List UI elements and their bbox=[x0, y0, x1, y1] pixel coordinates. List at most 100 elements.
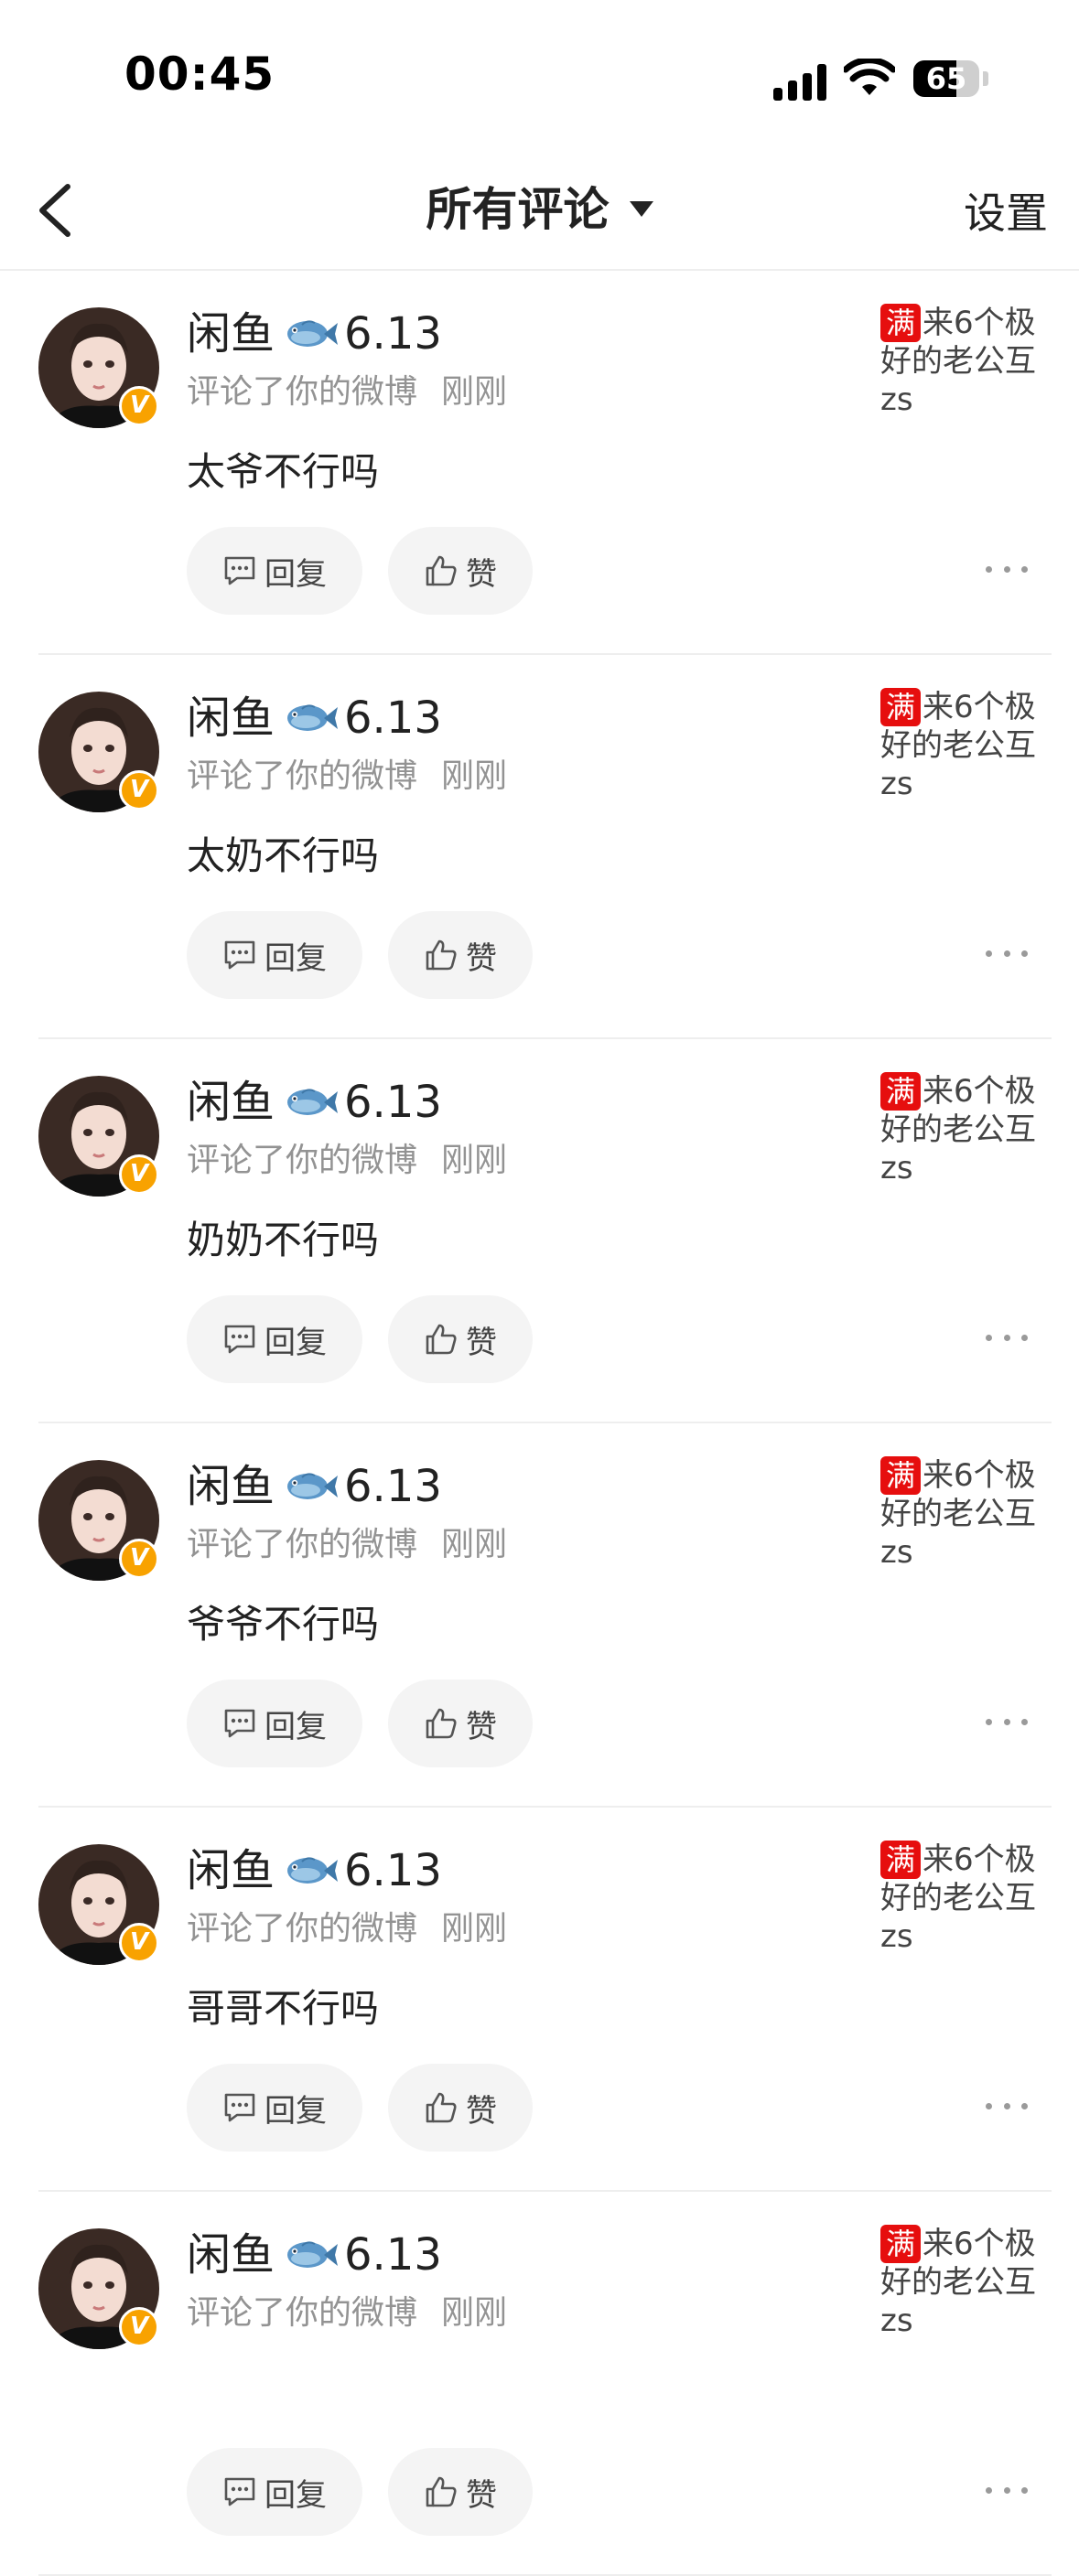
more-dots-icon[interactable] bbox=[986, 551, 1028, 587]
reply-button[interactable]: 回复 bbox=[187, 2448, 362, 2536]
comment-list: V 闲鱼 6.13 评论了你的微博 刚刚 太爷不行吗 回复 赞 满 来6个极好的… bbox=[0, 271, 1079, 2576]
source-post-preview[interactable]: 满来6个极好的老公互zs bbox=[880, 1841, 1049, 1956]
comment-item[interactable]: V 闲鱼 6.13 评论了你的微博 刚刚 奶奶不行吗 回复 赞 满 来6个极好的… bbox=[0, 1039, 1079, 1423]
comment-item[interactable]: V 闲鱼 6.13 评论了你的微博 刚刚 哥哥不行吗 回复 赞 满 来6个极好的… bbox=[0, 1808, 1079, 2192]
user-name-suffix: 6.13 bbox=[344, 1845, 442, 1896]
comment-item[interactable]: V 闲鱼 6.13 评论了你的微博 刚刚 太奶不行吗 回复 赞 满 来6个极好的… bbox=[0, 655, 1079, 1039]
comment-action: 评论了你的微博 bbox=[187, 373, 418, 411]
user-name[interactable]: 闲鱼 6.13 bbox=[187, 1456, 442, 1517]
thumbs-up-icon bbox=[426, 1708, 457, 1739]
avatar[interactable]: V bbox=[38, 692, 159, 812]
user-name-prefix: 闲鱼 bbox=[187, 1461, 275, 1512]
like-label: 赞 bbox=[466, 1708, 497, 1745]
comment-bubble-icon bbox=[224, 2477, 255, 2506]
source-post-preview[interactable]: 满来6个极好的老公互zs bbox=[880, 304, 1049, 419]
comment-action: 评论了你的微博 bbox=[187, 1142, 418, 1179]
source-post-preview[interactable]: 满来6个极好的老公互zs bbox=[880, 688, 1049, 803]
reply-button[interactable]: 回复 bbox=[187, 2064, 362, 2152]
comment-text[interactable]: 爷爷不行吗 bbox=[187, 1597, 379, 1652]
user-name-prefix: 闲鱼 bbox=[187, 308, 275, 360]
reply-label: 回复 bbox=[264, 2476, 327, 2514]
like-button[interactable]: 赞 bbox=[388, 1680, 533, 1767]
caret-down-icon bbox=[629, 201, 653, 217]
like-button[interactable]: 赞 bbox=[388, 911, 533, 999]
source-post-preview[interactable]: 满来6个极好的老公互zs bbox=[880, 1072, 1049, 1187]
user-name[interactable]: 闲鱼 6.13 bbox=[187, 304, 442, 364]
like-button[interactable]: 赞 bbox=[388, 2064, 533, 2152]
user-name[interactable]: 闲鱼 6.13 bbox=[187, 688, 442, 748]
user-name-prefix: 闲鱼 bbox=[187, 1077, 275, 1128]
verified-v-icon: V bbox=[119, 1154, 159, 1195]
like-button[interactable]: 赞 bbox=[388, 527, 533, 615]
reply-label: 回复 bbox=[264, 1708, 327, 1745]
comment-text[interactable]: 奶奶不行吗 bbox=[187, 1213, 379, 1268]
avatar[interactable]: V bbox=[38, 307, 159, 428]
comment-text[interactable]: 太爷不行吗 bbox=[187, 445, 379, 499]
avatar[interactable]: V bbox=[38, 2228, 159, 2349]
reply-button[interactable]: 回复 bbox=[187, 527, 362, 615]
user-name-suffix: 6.13 bbox=[344, 308, 442, 360]
comment-meta: 评论了你的微博 刚刚 bbox=[187, 370, 507, 415]
avatar[interactable]: V bbox=[38, 1844, 159, 1965]
reply-label: 回复 bbox=[264, 2092, 327, 2130]
like-label: 赞 bbox=[466, 2476, 497, 2514]
battery-icon: 65 bbox=[913, 60, 979, 97]
comment-item[interactable]: V 闲鱼 6.13 评论了你的微博 刚刚 太爷不行吗 回复 赞 满 来6个极好的… bbox=[0, 271, 1079, 655]
comment-time: 刚刚 bbox=[441, 373, 508, 411]
comment-bubble-icon bbox=[224, 940, 255, 970]
verified-v-icon: V bbox=[119, 386, 159, 426]
user-name[interactable]: 闲鱼 6.13 bbox=[187, 2225, 442, 2285]
comment-bubble-icon bbox=[224, 2093, 255, 2122]
reply-button[interactable]: 回复 bbox=[187, 1295, 362, 1383]
status-time: 00:45 bbox=[124, 48, 275, 101]
comment-item[interactable]: V 闲鱼 6.13 评论了你的微博 刚刚 爷爷不行吗 回复 赞 满 来6个极好的… bbox=[0, 1423, 1079, 1808]
avatar[interactable]: V bbox=[38, 1076, 159, 1197]
user-name-suffix: 6.13 bbox=[344, 2229, 442, 2281]
comment-time: 刚刚 bbox=[441, 1910, 508, 1948]
more-dots-icon[interactable] bbox=[986, 2472, 1028, 2508]
comment-meta: 评论了你的微博 刚刚 bbox=[187, 2291, 507, 2336]
status-bar: 00:45 65 bbox=[0, 0, 1079, 156]
source-tag: 满 bbox=[880, 1841, 921, 1879]
verified-v-icon: V bbox=[119, 1539, 159, 1579]
fish-icon bbox=[287, 320, 339, 347]
user-name-suffix: 6.13 bbox=[344, 1461, 442, 1512]
like-label: 赞 bbox=[466, 939, 497, 977]
fish-icon bbox=[287, 1857, 339, 1884]
comment-text[interactable]: 太奶不行吗 bbox=[187, 829, 379, 884]
like-label: 赞 bbox=[466, 1324, 497, 1361]
user-name-prefix: 闲鱼 bbox=[187, 1845, 275, 1896]
reply-button[interactable]: 回复 bbox=[187, 911, 362, 999]
like-label: 赞 bbox=[466, 555, 497, 593]
comment-action: 评论了你的微博 bbox=[187, 1910, 418, 1948]
user-name-prefix: 闲鱼 bbox=[187, 2229, 275, 2281]
settings-button[interactable]: 设置 bbox=[964, 181, 1048, 245]
user-name[interactable]: 闲鱼 6.13 bbox=[187, 1841, 442, 1901]
more-dots-icon[interactable] bbox=[986, 2088, 1028, 2124]
fish-icon bbox=[287, 2241, 339, 2268]
comment-meta: 评论了你的微博 刚刚 bbox=[187, 1522, 507, 1568]
like-button[interactable]: 赞 bbox=[388, 2448, 533, 2536]
comment-text[interactable]: 哥哥不行吗 bbox=[187, 1981, 379, 2036]
more-dots-icon[interactable] bbox=[986, 1703, 1028, 1740]
comment-time: 刚刚 bbox=[441, 1526, 508, 1563]
comment-meta: 评论了你的微博 刚刚 bbox=[187, 1138, 507, 1184]
reply-button[interactable]: 回复 bbox=[187, 1680, 362, 1767]
comment-meta: 评论了你的微博 刚刚 bbox=[187, 1906, 507, 1952]
more-dots-icon[interactable] bbox=[986, 1319, 1028, 1356]
source-post-preview[interactable]: 满来6个极好的老公互zs bbox=[880, 1456, 1049, 1572]
avatar[interactable]: V bbox=[38, 1460, 159, 1581]
source-post-preview[interactable]: 满来6个极好的老公互zs bbox=[880, 2225, 1049, 2340]
more-dots-icon[interactable] bbox=[986, 935, 1028, 971]
source-tag: 满 bbox=[880, 1072, 921, 1111]
like-button[interactable]: 赞 bbox=[388, 1295, 533, 1383]
comment-filter-dropdown[interactable]: 所有评论 bbox=[0, 177, 1079, 242]
user-name[interactable]: 闲鱼 6.13 bbox=[187, 1072, 442, 1132]
source-tag: 满 bbox=[880, 2225, 921, 2263]
source-tag: 满 bbox=[880, 304, 921, 342]
comment-action: 评论了你的微博 bbox=[187, 1526, 418, 1563]
comment-time: 刚刚 bbox=[441, 2294, 508, 2332]
thumbs-up-icon bbox=[426, 2092, 457, 2123]
comment-item[interactable]: V 闲鱼 6.13 评论了你的微博 刚刚 回复 赞 满 来6个极好的老公互zs bbox=[0, 2192, 1079, 2576]
comment-time: 刚刚 bbox=[441, 1142, 508, 1179]
